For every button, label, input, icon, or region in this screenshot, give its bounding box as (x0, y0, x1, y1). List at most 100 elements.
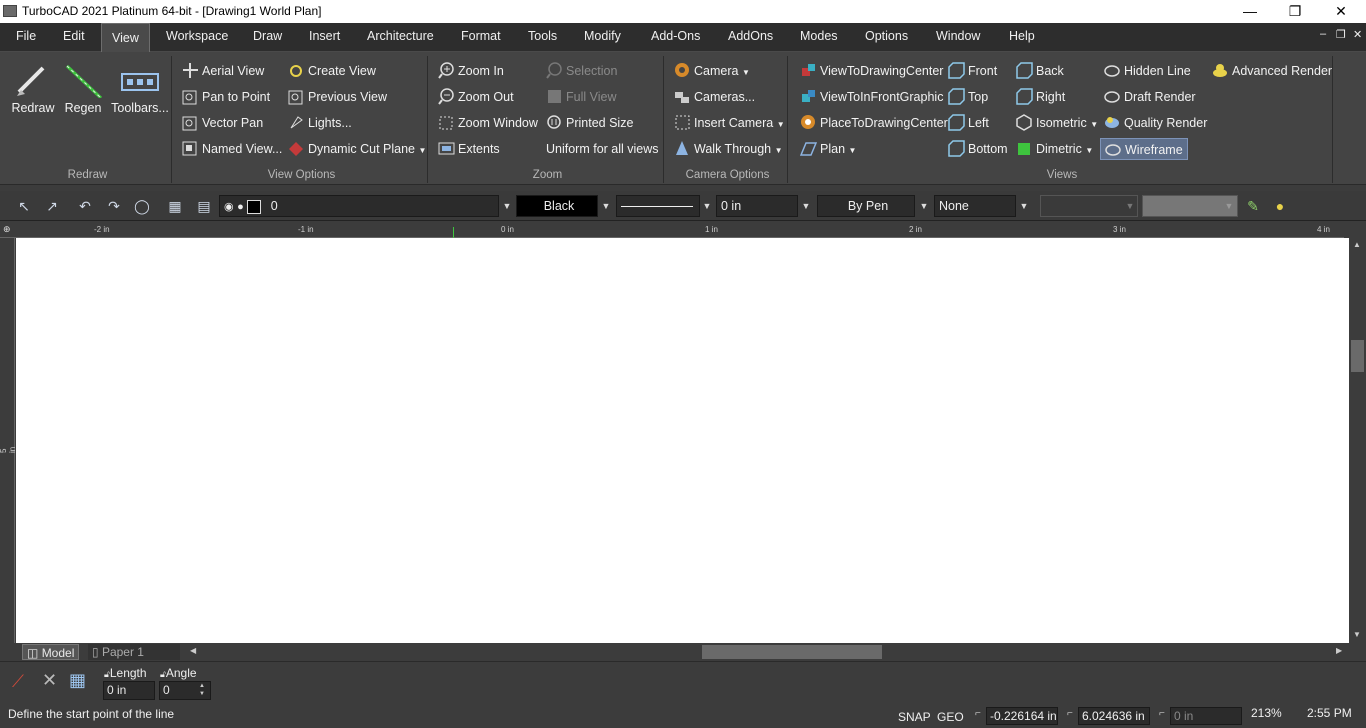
menu-file[interactable]: File (16, 29, 36, 43)
vertical-scrollbar[interactable]: ▲ ▼ (1349, 238, 1366, 643)
layer-dropdown-arrow-icon[interactable]: ▼ (500, 195, 514, 217)
edit-tool-icon[interactable]: ↗ (42, 197, 62, 215)
menu-modify[interactable]: Modify (584, 29, 621, 43)
plan-button[interactable]: Plan ▼ (799, 138, 856, 160)
wireframe-button[interactable]: Wireframe (1100, 138, 1188, 160)
dynamic-cut-plane-button[interactable]: Dynamic Cut Plane ▼ (288, 138, 426, 160)
cameras-button[interactable]: Cameras... (674, 86, 755, 108)
zoom-window-button[interactable]: Zoom Window (438, 112, 538, 134)
camera-button[interactable]: Camera ▼ (674, 60, 750, 82)
minimize-button[interactable]: — (1227, 0, 1273, 23)
z-coordinate-field[interactable]: 0 in (1170, 707, 1242, 725)
horizontal-scroll-thumb[interactable] (702, 645, 882, 659)
create-view-button[interactable]: Create View (288, 60, 376, 82)
zoom-out-button[interactable]: Zoom Out (438, 86, 514, 108)
menu-view[interactable]: View (101, 23, 150, 53)
menu-format[interactable]: Format (461, 29, 501, 43)
menu-help[interactable]: Help (1009, 29, 1035, 43)
view-to-in-front-graphic-button[interactable]: ViewToInFrontGraphic (800, 86, 943, 108)
menu-insert[interactable]: Insert (309, 29, 340, 43)
redraw-button[interactable]: Redraw (10, 62, 56, 115)
menu-draw[interactable]: Draw (253, 29, 282, 43)
aerial-view-button[interactable]: Aerial View (182, 60, 264, 82)
printed-size-button[interactable]: Printed Size (546, 112, 633, 134)
top-button[interactable]: Top (948, 86, 988, 108)
hidden-line-button[interactable]: Hidden Line (1104, 60, 1191, 82)
front-button[interactable]: Front (948, 60, 997, 82)
bottom-button[interactable]: Bottom (948, 138, 1008, 160)
angle-spinner-icon[interactable]: ▲ ▼ (199, 682, 205, 698)
menu-window[interactable]: Window (936, 29, 980, 43)
isometric-button[interactable]: Isometric ▼ (1016, 112, 1098, 134)
select-arrow-icon[interactable]: ↖ (14, 197, 34, 215)
menu-edit[interactable]: Edit (63, 29, 85, 43)
cancel-icon[interactable]: ✕ (42, 670, 57, 691)
x-coordinate-field[interactable]: -0.226164 in (986, 707, 1058, 725)
left-button[interactable]: Left (948, 112, 989, 134)
undo-icon[interactable]: ↶ (75, 197, 95, 215)
dimetric-button[interactable]: Dimetric ▼ (1016, 138, 1093, 160)
menu-architecture[interactable]: Architecture (367, 29, 434, 43)
restore-button[interactable]: ❐ (1272, 0, 1318, 23)
zoom-in-button[interactable]: Zoom In (438, 60, 504, 82)
regen-button[interactable]: Regen (60, 62, 106, 115)
y-coordinate-field[interactable]: 6.024636 in (1078, 707, 1150, 725)
walk-through-button[interactable]: Walk Through ▼ (674, 138, 783, 160)
pencil-icon[interactable]: ✎ (1243, 197, 1263, 215)
scroll-right-icon[interactable]: ▶ (1336, 646, 1342, 655)
insert-camera-button[interactable]: Insert Camera ▼ (674, 112, 785, 134)
full-view-button[interactable]: Full View (546, 86, 616, 108)
place-to-drawing-center-button[interactable]: PlaceToDrawingCenter (800, 112, 948, 134)
tab-paper-1[interactable]: ▯ Paper 1 (88, 644, 180, 660)
lights-button[interactable]: Lights... (288, 112, 352, 134)
right-button[interactable]: Right (1016, 86, 1065, 108)
view-to-drawing-center-button[interactable]: ViewToDrawingCenter (800, 60, 943, 82)
scroll-left-icon[interactable]: ◀ (190, 646, 196, 655)
previous-view-button[interactable]: Previous View (288, 86, 387, 108)
named-view-button[interactable]: Named View... (182, 138, 282, 160)
material-icon[interactable]: ● (1270, 197, 1290, 215)
pen-dropdown-arrow-icon[interactable]: ▼ (917, 195, 931, 217)
properties-grid-icon[interactable]: ▦ (69, 670, 86, 691)
mdi-minimize-button[interactable]: – (1320, 28, 1326, 40)
uniform-for-all-views-button[interactable]: Uniform for all views (546, 138, 659, 160)
pen-combo[interactable]: By Pen (817, 195, 915, 217)
line-width-combo[interactable]: 0 in (716, 195, 798, 217)
layer-combo[interactable]: ◉ ● 0 (219, 195, 499, 217)
advanced-render-button[interactable]: Advanced Render (1212, 60, 1332, 82)
mdi-close-button[interactable]: ✕ (1353, 28, 1362, 41)
draft-render-button[interactable]: Draft Render (1104, 86, 1196, 108)
app-icon[interactable] (3, 5, 17, 17)
selection-button[interactable]: Selection (546, 60, 617, 82)
line-width-dropdown-arrow-icon[interactable]: ▼ (799, 195, 813, 217)
color-dropdown-arrow-icon[interactable]: ▼ (599, 195, 613, 217)
menu-addons[interactable]: AddOns (728, 29, 773, 43)
menu-tools[interactable]: Tools (528, 29, 557, 43)
pattern-dropdown-arrow-icon[interactable]: ▼ (1123, 195, 1137, 217)
length-input[interactable]: 0 in (103, 681, 155, 700)
fill-combo[interactable]: None (934, 195, 1016, 217)
menu-modes[interactable]: Modes (800, 29, 838, 43)
color-combo[interactable]: Black (516, 195, 598, 217)
vector-pan-button[interactable]: Vector Pan (182, 112, 263, 134)
line-style-combo[interactable] (616, 195, 700, 217)
tab-model[interactable]: ◫ Model (22, 644, 80, 660)
close-button[interactable]: ✕ (1318, 0, 1364, 23)
scroll-down-icon[interactable]: ▼ (1353, 630, 1361, 639)
fill-dropdown-arrow-icon[interactable]: ▼ (1017, 195, 1031, 217)
menu-add-ons[interactable]: Add-Ons (651, 29, 700, 43)
redo-icon[interactable]: ↷ (104, 197, 124, 215)
geo-toggle[interactable]: GEO (937, 710, 964, 724)
vertical-scroll-thumb[interactable] (1351, 340, 1364, 372)
drawing-canvas[interactable] (16, 238, 1349, 643)
menu-workspace[interactable]: Workspace (166, 29, 228, 43)
menu-options[interactable]: Options (865, 29, 908, 43)
back-button[interactable]: Back (1016, 60, 1064, 82)
layers-grid-icon[interactable]: ▦ (165, 197, 185, 215)
pan-to-point-button[interactable]: Pan to Point (182, 86, 270, 108)
line-style-dropdown-arrow-icon[interactable]: ▼ (700, 195, 714, 217)
lasso-icon[interactable]: ◯ (132, 197, 152, 215)
ruler-origin-icon[interactable]: ⊕ (3, 224, 11, 235)
line-tool-icon[interactable]: ⟋ (12, 672, 24, 692)
quality-render-button[interactable]: Quality Render (1104, 112, 1207, 134)
